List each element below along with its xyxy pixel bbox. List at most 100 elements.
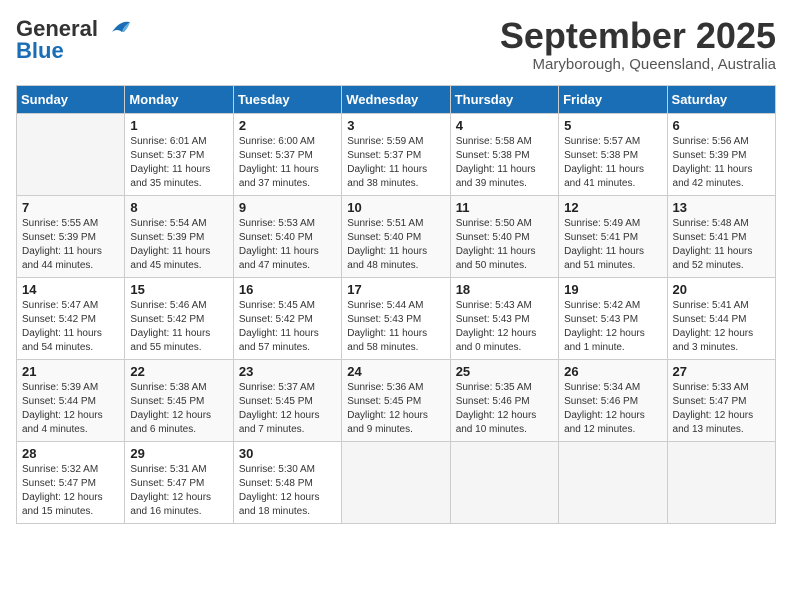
calendar-cell: 19 Sunrise: 5:42 AMSunset: 5:43 PMDayligh… — [559, 277, 667, 359]
calendar-cell: 27 Sunrise: 5:33 AMSunset: 5:47 PMDayligh… — [667, 359, 775, 441]
calendar-cell: 4Sunrise: 5:58 AMSunset: 5:38 PMDaylight… — [450, 113, 558, 195]
day-number: 6 — [673, 118, 770, 133]
day-info: Sunrise: 6:01 AMSunset: 5:37 PMDaylight:… — [130, 135, 227, 191]
calendar-cell: 3Sunrise: 5:59 AMSunset: 5:37 PMDaylight… — [342, 113, 450, 195]
day-info: Sunrise: 5:46 AMSunset: 5:42 PMDaylight:… — [130, 299, 227, 355]
calendar-cell: 24 Sunrise: 5:36 AMSunset: 5:45 PMDayligh… — [342, 359, 450, 441]
day-number: 24 — [347, 364, 444, 379]
day-info: Sunrise: 5:41 AMSunset: 5:44 PMDaylight:… — [673, 299, 770, 355]
day-number: 20 — [673, 282, 770, 297]
calendar-cell: 6 Sunrise: 5:56 AMSunset: 5:39 PMDaylight… — [667, 113, 775, 195]
page-header: General Blue September 2025 Maryborough,… — [16, 16, 776, 73]
calendar-cell: 28 Sunrise: 5:32 AMSunset: 5:47 PMDayligh… — [17, 441, 125, 523]
calendar-cell: 15 Sunrise: 5:46 AMSunset: 5:42 PMDayligh… — [125, 277, 233, 359]
header-day-wednesday: Wednesday — [342, 85, 450, 113]
day-info: Sunrise: 5:44 AMSunset: 5:43 PMDaylight:… — [347, 299, 444, 355]
day-number: 25 — [456, 364, 553, 379]
calendar-cell: 5 Sunrise: 5:57 AMSunset: 5:38 PMDaylight… — [559, 113, 667, 195]
day-number: 29 — [130, 446, 227, 461]
day-info: Sunrise: 5:55 AMSunset: 5:39 PMDaylight:… — [22, 217, 119, 273]
calendar-cell: 25 Sunrise: 5:35 AMSunset: 5:46 PMDayligh… — [450, 359, 558, 441]
calendar-cell: 30Sunrise: 5:30 AMSunset: 5:48 PMDayligh… — [233, 441, 341, 523]
day-number: 11 — [456, 200, 553, 215]
calendar-cell: 11 Sunrise: 5:50 AMSunset: 5:40 PMDayligh… — [450, 195, 558, 277]
day-info: Sunrise: 5:32 AMSunset: 5:47 PMDaylight:… — [22, 463, 119, 519]
calendar-cell: 29 Sunrise: 5:31 AMSunset: 5:47 PMDayligh… — [125, 441, 233, 523]
calendar-cell: 13 Sunrise: 5:48 AMSunset: 5:41 PMDayligh… — [667, 195, 775, 277]
day-number: 16 — [239, 282, 336, 297]
header-day-saturday: Saturday — [667, 85, 775, 113]
day-info: Sunrise: 5:56 AMSunset: 5:39 PMDaylight:… — [673, 135, 770, 191]
calendar-cell: 21 Sunrise: 5:39 AMSunset: 5:44 PMDayligh… — [17, 359, 125, 441]
day-number: 8 — [130, 200, 227, 215]
day-number: 9 — [239, 200, 336, 215]
calendar-week-row: 28 Sunrise: 5:32 AMSunset: 5:47 PMDayligh… — [17, 441, 776, 523]
day-info: Sunrise: 5:57 AMSunset: 5:38 PMDaylight:… — [564, 135, 661, 191]
calendar-cell: 20 Sunrise: 5:41 AMSunset: 5:44 PMDayligh… — [667, 277, 775, 359]
day-info: Sunrise: 5:53 AMSunset: 5:40 PMDaylight:… — [239, 217, 336, 273]
day-number: 15 — [130, 282, 227, 297]
day-info: Sunrise: 5:58 AMSunset: 5:38 PMDaylight:… — [456, 135, 553, 191]
day-info: Sunrise: 5:37 AMSunset: 5:45 PMDaylight:… — [239, 381, 336, 437]
day-info: Sunrise: 5:42 AMSunset: 5:43 PMDaylight:… — [564, 299, 661, 355]
day-number: 17 — [347, 282, 444, 297]
calendar-cell — [342, 441, 450, 523]
header-day-tuesday: Tuesday — [233, 85, 341, 113]
day-number: 5 — [564, 118, 661, 133]
day-number: 2 — [239, 118, 336, 133]
day-info: Sunrise: 5:35 AMSunset: 5:46 PMDaylight:… — [456, 381, 553, 437]
calendar-cell: 17 Sunrise: 5:44 AMSunset: 5:43 PMDayligh… — [342, 277, 450, 359]
calendar-week-row: 1 Sunrise: 6:01 AMSunset: 5:37 PMDaylight… — [17, 113, 776, 195]
header-day-monday: Monday — [125, 85, 233, 113]
calendar-cell: 18Sunrise: 5:43 AMSunset: 5:43 PMDayligh… — [450, 277, 558, 359]
day-info: Sunrise: 5:43 AMSunset: 5:43 PMDaylight:… — [456, 299, 553, 355]
calendar-cell — [559, 441, 667, 523]
calendar-table: SundayMondayTuesdayWednesdayThursdayFrid… — [16, 85, 776, 524]
day-info: Sunrise: 5:50 AMSunset: 5:40 PMDaylight:… — [456, 217, 553, 273]
calendar-cell: 16 Sunrise: 5:45 AMSunset: 5:42 PMDayligh… — [233, 277, 341, 359]
header-day-sunday: Sunday — [17, 85, 125, 113]
calendar-cell: 7 Sunrise: 5:55 AMSunset: 5:39 PMDaylight… — [17, 195, 125, 277]
header-day-friday: Friday — [559, 85, 667, 113]
day-number: 19 — [564, 282, 661, 297]
calendar-cell: 22Sunrise: 5:38 AMSunset: 5:45 PMDayligh… — [125, 359, 233, 441]
day-number: 28 — [22, 446, 119, 461]
day-number: 22 — [130, 364, 227, 379]
calendar-cell: 1 Sunrise: 6:01 AMSunset: 5:37 PMDaylight… — [125, 113, 233, 195]
calendar-week-row: 7 Sunrise: 5:55 AMSunset: 5:39 PMDaylight… — [17, 195, 776, 277]
day-number: 21 — [22, 364, 119, 379]
logo: General Blue — [16, 16, 130, 64]
day-number: 13 — [673, 200, 770, 215]
calendar-cell: 23Sunrise: 5:37 AMSunset: 5:45 PMDayligh… — [233, 359, 341, 441]
calendar-cell: 10Sunrise: 5:51 AMSunset: 5:40 PMDayligh… — [342, 195, 450, 277]
calendar-cell: 2 Sunrise: 6:00 AMSunset: 5:37 PMDaylight… — [233, 113, 341, 195]
logo-blue-text: Blue — [16, 38, 64, 64]
day-info: Sunrise: 5:33 AMSunset: 5:47 PMDaylight:… — [673, 381, 770, 437]
calendar-cell — [450, 441, 558, 523]
day-number: 14 — [22, 282, 119, 297]
day-number: 27 — [673, 364, 770, 379]
day-info: Sunrise: 5:36 AMSunset: 5:45 PMDaylight:… — [347, 381, 444, 437]
calendar-cell: 26Sunrise: 5:34 AMSunset: 5:46 PMDayligh… — [559, 359, 667, 441]
day-info: Sunrise: 5:45 AMSunset: 5:42 PMDaylight:… — [239, 299, 336, 355]
day-number: 12 — [564, 200, 661, 215]
day-number: 30 — [239, 446, 336, 461]
day-info: Sunrise: 5:31 AMSunset: 5:47 PMDaylight:… — [130, 463, 227, 519]
location-subtitle: Maryborough, Queensland, Australia — [500, 56, 776, 73]
day-info: Sunrise: 5:49 AMSunset: 5:41 PMDaylight:… — [564, 217, 661, 273]
day-info: Sunrise: 6:00 AMSunset: 5:37 PMDaylight:… — [239, 135, 336, 191]
calendar-week-row: 14 Sunrise: 5:47 AMSunset: 5:42 PMDayligh… — [17, 277, 776, 359]
title-block: September 2025 Maryborough, Queensland, … — [500, 16, 776, 73]
calendar-cell: 8Sunrise: 5:54 AMSunset: 5:39 PMDaylight… — [125, 195, 233, 277]
day-info: Sunrise: 5:39 AMSunset: 5:44 PMDaylight:… — [22, 381, 119, 437]
header-day-thursday: Thursday — [450, 85, 558, 113]
day-info: Sunrise: 5:59 AMSunset: 5:37 PMDaylight:… — [347, 135, 444, 191]
day-info: Sunrise: 5:47 AMSunset: 5:42 PMDaylight:… — [22, 299, 119, 355]
day-number: 7 — [22, 200, 119, 215]
calendar-cell — [667, 441, 775, 523]
day-number: 26 — [564, 364, 661, 379]
logo-bird-icon — [102, 18, 130, 40]
day-info: Sunrise: 5:48 AMSunset: 5:41 PMDaylight:… — [673, 217, 770, 273]
day-number: 10 — [347, 200, 444, 215]
day-number: 1 — [130, 118, 227, 133]
